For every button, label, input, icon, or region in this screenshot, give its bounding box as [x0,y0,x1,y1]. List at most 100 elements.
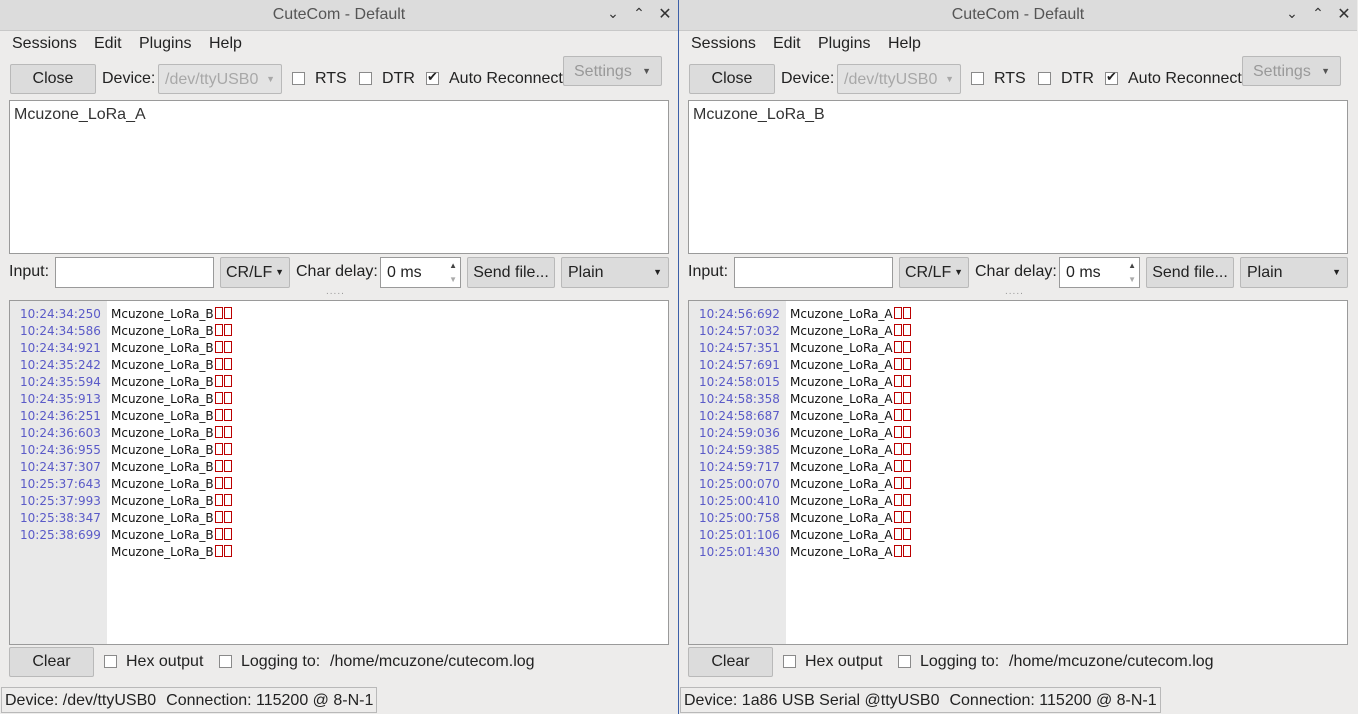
output-text: Mcuzone_LoRa_A [14,106,146,123]
char-delay-spinbox[interactable]: 0 ms ▲ ▼ [1059,257,1140,288]
close-window-icon[interactable]: ✕ [656,4,674,24]
input-field[interactable] [55,257,214,288]
unprintable-char-icon [902,443,911,455]
unprintable-char-icon [214,477,223,489]
log-timestamp: 10:24:56:692 [699,307,780,321]
line-end-select[interactable]: CR/LF ▼ [899,257,969,288]
maximize-icon[interactable]: ⌃ [630,5,648,22]
close-window-icon[interactable]: ✕ [1335,4,1353,24]
unprintable-char-icon [223,494,232,506]
hex-output-checkbox[interactable] [104,655,117,668]
log-area[interactable]: 10:24:56:692 Mcuzone_LoRa_A 10:24:57:032 Mc… [688,300,1348,645]
spin-down-icon[interactable]: ▼ [1128,275,1136,284]
unprintable-char-icon [902,375,911,387]
log-message-text: Mcuzone_LoRa_A [790,324,893,338]
device-select[interactable]: /dev/ttyUSB0 ▼ [158,64,282,94]
close-port-button[interactable]: Close [10,64,96,94]
clear-button[interactable]: Clear [9,647,94,677]
unprintable-char-icon [902,545,911,557]
maximize-icon[interactable]: ⌃ [1309,5,1327,22]
format-select[interactable]: Plain ▼ [561,257,669,288]
log-line: 10:24:59:717 Mcuzone_LoRa_A [689,460,1347,477]
log-message-text: Mcuzone_LoRa_A [790,443,893,457]
log-timestamp: 10:24:34:586 [20,324,101,338]
spin-down-icon[interactable]: ▼ [449,275,457,284]
menu-edit[interactable]: Edit [94,35,122,53]
menu-sessions[interactable]: Sessions [12,35,77,53]
settings-button[interactable]: Settings ▼ [563,56,662,86]
dtr-checkbox[interactable] [359,72,372,85]
splitter-handle[interactable]: ..... [326,286,345,297]
logging-checkbox[interactable] [898,655,911,668]
spin-up-icon[interactable]: ▲ [449,261,457,270]
log-message: Mcuzone_LoRa_A [790,409,911,423]
line-end-select[interactable]: CR/LF ▼ [220,257,290,288]
dtr-checkbox[interactable] [1038,72,1051,85]
device-select[interactable]: /dev/ttyUSB0 ▼ [837,64,961,94]
unprintable-char-icon [214,341,223,353]
log-message-text: Mcuzone_LoRa_B [111,477,214,491]
menu-edit[interactable]: Edit [773,35,801,53]
log-message-text: Mcuzone_LoRa_B [111,460,214,474]
log-line: 10:24:34:921 Mcuzone_LoRa_B [10,341,668,358]
unprintable-char-icon [893,494,902,506]
close-port-button[interactable]: Close [689,64,775,94]
hex-output-checkbox[interactable] [783,655,796,668]
log-message: Mcuzone_LoRa_B [111,494,232,508]
minimize-icon[interactable]: ⌄ [1283,5,1301,22]
menu-help[interactable]: Help [209,35,242,53]
log-message: Mcuzone_LoRa_A [790,545,911,559]
minimize-icon[interactable]: ⌄ [604,5,622,22]
auto-reconnect-checkbox[interactable]: ✔ [426,69,439,85]
log-message-text: Mcuzone_LoRa_A [790,392,893,406]
unprintable-char-icon [223,324,232,336]
menu-plugins[interactable]: Plugins [139,35,191,53]
send-file-button[interactable]: Send file... [1146,257,1234,288]
log-message: Mcuzone_LoRa_A [790,375,911,389]
log-message-text: Mcuzone_LoRa_A [790,426,893,440]
input-field[interactable] [734,257,893,288]
rts-checkbox[interactable] [292,72,305,85]
clear-button[interactable]: Clear [688,647,773,677]
menu-bar: Sessions Edit Plugins Help [0,31,678,57]
spin-up-icon[interactable]: ▲ [1128,261,1136,270]
log-message: Mcuzone_LoRa_B [111,324,232,338]
unprintable-char-icon [214,460,223,472]
format-select[interactable]: Plain ▼ [1240,257,1348,288]
log-line: 10:24:36:955 Mcuzone_LoRa_B [10,443,668,460]
unprintable-char-icon [223,307,232,319]
unprintable-char-icon [214,494,223,506]
unprintable-char-icon [223,426,232,438]
menu-sessions[interactable]: Sessions [691,35,756,53]
unprintable-char-icon [223,375,232,387]
output-text-area[interactable]: Mcuzone_LoRa_B [688,100,1348,254]
log-timestamp: 10:24:36:251 [20,409,101,423]
cutecom-window-left: CuteCom - Default ⌄ ⌃ ✕ Sessions Edit Pl… [0,0,678,714]
auto-reconnect-checkbox[interactable]: ✔ [1105,69,1118,85]
title-bar[interactable]: CuteCom - Default ⌄ ⌃ ✕ [679,0,1357,31]
rts-checkbox[interactable] [971,72,984,85]
splitter-handle[interactable]: ..... [1005,286,1024,297]
log-line: 10:24:57:032 Mcuzone_LoRa_A [689,324,1347,341]
logging-checkbox[interactable] [219,655,232,668]
menu-plugins[interactable]: Plugins [818,35,870,53]
log-timestamp: 10:24:36:603 [20,426,101,440]
unprintable-char-icon [223,511,232,523]
log-message-text: Mcuzone_LoRa_B [111,358,214,372]
menu-help[interactable]: Help [888,35,921,53]
rts-label: RTS [994,70,1026,87]
log-line: 10:24:57:691 Mcuzone_LoRa_A [689,358,1347,375]
chevron-down-icon: ▼ [945,74,954,84]
log-message: Mcuzone_LoRa_B [111,511,232,525]
title-bar[interactable]: CuteCom - Default ⌄ ⌃ ✕ [0,0,678,31]
log-timestamp: 10:25:00:070 [699,477,780,491]
input-label: Input: [688,263,729,280]
log-line: 10:24:58:358 Mcuzone_LoRa_A [689,392,1347,409]
char-delay-spinbox[interactable]: 0 ms ▲ ▼ [380,257,461,288]
log-area[interactable]: 10:24:34:250 Mcuzone_LoRa_B 10:24:34:586 Mc… [9,300,669,645]
send-file-button[interactable]: Send file... [467,257,555,288]
output-text-area[interactable]: Mcuzone_LoRa_A [9,100,669,254]
settings-button[interactable]: Settings ▼ [1242,56,1341,86]
rts-label: RTS [315,70,347,87]
unprintable-char-icon [902,409,911,421]
